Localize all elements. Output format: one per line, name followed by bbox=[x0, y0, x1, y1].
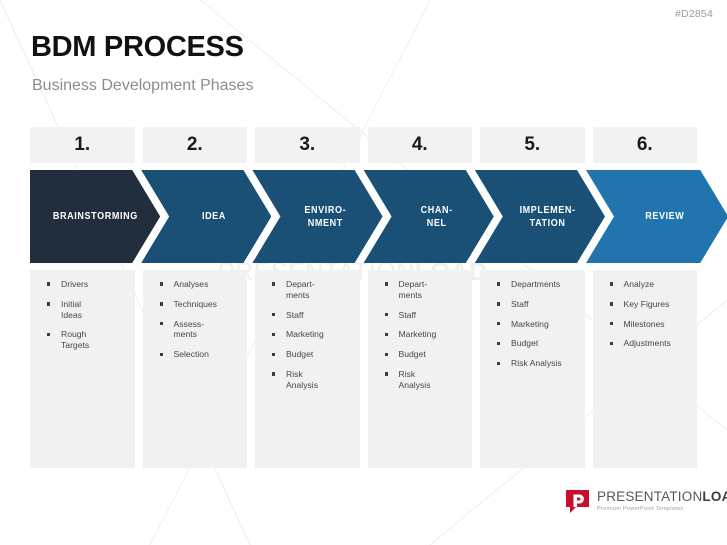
presentationload-logo: PRESENTATIONLOAD® Premium PowerPoint Tem… bbox=[565, 489, 727, 514]
list-item: Techniques bbox=[149, 299, 242, 310]
list-item: Milestones bbox=[599, 319, 692, 330]
list-item: Assess- ments bbox=[149, 319, 242, 341]
process-step-label: CHAN- NEL bbox=[420, 204, 453, 229]
step-number-label: 6. bbox=[636, 134, 653, 155]
list-item: Analyses bbox=[149, 279, 242, 290]
process-step-label: IMPLEMEN- TATION bbox=[519, 204, 576, 229]
step-number-label: 1. bbox=[74, 134, 91, 155]
step-number-label: 3. bbox=[299, 134, 316, 155]
list-item: Adjustments bbox=[599, 338, 692, 349]
step-number-box-6: 6. bbox=[592, 127, 697, 163]
logo-name-strong: PRESENTATION bbox=[597, 489, 703, 505]
list-item: Staff bbox=[486, 299, 579, 310]
process-arrow-band: BRAINSTORMING IDEA ENVIRO- NMENT CHAN- NEL I… bbox=[30, 170, 727, 263]
step-content-box-5: Departments Staff Marketing Budget Risk Anal… bbox=[480, 270, 585, 468]
list-item: Risk Analysis bbox=[486, 358, 579, 369]
list-item: Budget bbox=[486, 338, 579, 349]
list-item: Depart- ments bbox=[374, 279, 467, 301]
process-step-label: REVIEW bbox=[645, 210, 685, 223]
list-item: Marketing bbox=[486, 319, 579, 330]
step-number-label: 5. bbox=[524, 134, 541, 155]
process-step-label: BRAINSTORMING bbox=[52, 210, 138, 223]
speech-bubble-p-icon bbox=[566, 490, 589, 513]
logo-text-block: PRESENTATIONLOAD® Premium PowerPoint Tem… bbox=[597, 490, 727, 512]
list-item: Risk Analysis bbox=[374, 369, 467, 391]
list-item: Risk Analysis bbox=[261, 369, 354, 391]
list-item: Staff bbox=[261, 310, 354, 321]
logo-tagline: Premium PowerPoint Templates bbox=[597, 505, 684, 512]
process-step-label: ENVIRO- NMENT bbox=[304, 204, 347, 229]
step-content-box-2: Analyses Techniques Assess- ments Selection bbox=[142, 270, 247, 468]
step-number-label: 2. bbox=[186, 134, 203, 155]
step-content-row: Drivers Initial Ideas Rough Targets Analyse… bbox=[30, 270, 697, 468]
step-number-box-2: 2. bbox=[142, 127, 247, 163]
step-content-box-1: Drivers Initial Ideas Rough Targets bbox=[30, 270, 135, 468]
step-number-label: 4. bbox=[411, 134, 428, 155]
logo-wordmark: PRESENTATIONLOAD® bbox=[597, 490, 727, 504]
step-number-box-1: 1. bbox=[30, 127, 135, 163]
process-step-arrow-3[interactable]: ENVIRO- NMENT bbox=[252, 170, 383, 263]
process-step-arrow-5[interactable]: IMPLEMEN- TATION bbox=[474, 170, 605, 263]
process-step-arrow-2[interactable]: IDEA bbox=[141, 170, 272, 263]
step-content-box-6: Analyze Key Figures Milestones Adjustments bbox=[592, 270, 697, 468]
logo-name-bold: LOAD bbox=[702, 489, 727, 505]
step-number-box-4: 4. bbox=[367, 127, 472, 163]
list-item: Marketing bbox=[261, 329, 354, 340]
step-number-box-5: 5. bbox=[480, 127, 585, 163]
list-item: Depart- ments bbox=[261, 279, 354, 301]
list-item: Rough Targets bbox=[36, 329, 129, 351]
list-item: Budget bbox=[374, 349, 467, 360]
slide-id-label: #D2854 bbox=[675, 8, 713, 20]
list-item: Staff bbox=[374, 310, 467, 321]
list-item: Initial Ideas bbox=[36, 299, 129, 321]
step-bullet-list: Depart- ments Staff Marketing Budget Risk An… bbox=[261, 279, 354, 391]
list-item: Departments bbox=[486, 279, 579, 290]
process-step-arrow-1[interactable]: BRAINSTORMING bbox=[30, 170, 161, 263]
step-bullet-list: Departments Staff Marketing Budget Risk Anal… bbox=[486, 279, 579, 369]
process-step-label: IDEA bbox=[201, 210, 226, 223]
list-item: Selection bbox=[149, 349, 242, 360]
list-item: Marketing bbox=[374, 329, 467, 340]
list-item: Drivers bbox=[36, 279, 129, 290]
step-bullet-list: Analyze Key Figures Milestones Adjustments bbox=[599, 279, 692, 349]
list-item: Key Figures bbox=[599, 299, 692, 310]
step-bullet-list: Drivers Initial Ideas Rough Targets bbox=[36, 279, 129, 351]
list-item: Budget bbox=[261, 349, 354, 360]
list-item: Analyze bbox=[599, 279, 692, 290]
page-title: BDM PROCESS bbox=[31, 31, 244, 63]
step-number-row: 1. 2. 3. 4. 5. 6. bbox=[30, 127, 697, 163]
page-subtitle: Business Development Phases bbox=[32, 77, 254, 94]
step-bullet-list: Depart- ments Staff Marketing Budget Risk An… bbox=[374, 279, 467, 391]
step-content-box-3: Depart- ments Staff Marketing Budget Risk An… bbox=[255, 270, 360, 468]
step-number-box-3: 3. bbox=[255, 127, 360, 163]
process-step-arrow-6[interactable]: REVIEW bbox=[586, 170, 727, 263]
process-step-arrow-4[interactable]: CHAN- NEL bbox=[363, 170, 494, 263]
step-content-box-4: Depart- ments Staff Marketing Budget Risk An… bbox=[367, 270, 472, 468]
step-bullet-list: Analyses Techniques Assess- ments Selection bbox=[149, 279, 242, 360]
